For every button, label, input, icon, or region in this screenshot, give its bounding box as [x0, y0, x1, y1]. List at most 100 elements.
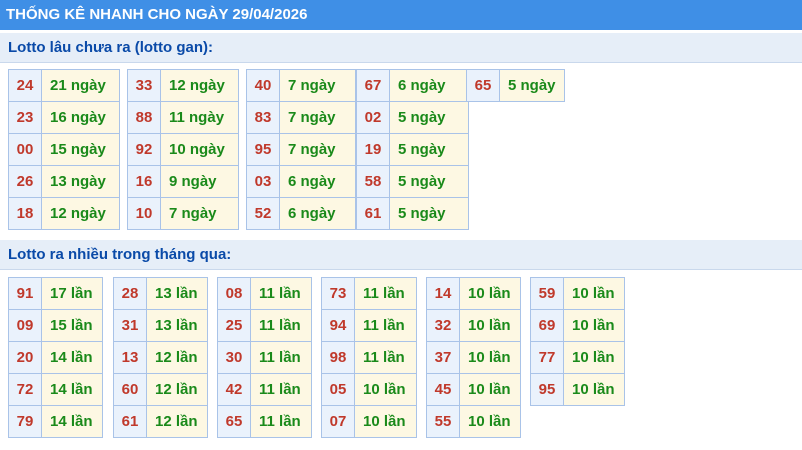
times-drawn: 15 lần: [41, 309, 103, 342]
frequency-table: 08 11 lần 25 11 lần 30 11 lần 42 11 lần 65 11 lần: [217, 277, 312, 438]
days-absent: 5 ngày: [499, 69, 565, 102]
gan-group: 33 12 ngày 88 11 ngày 92 10 ngày 16 9 ngày 10 7 n…: [127, 69, 239, 230]
lotto-number: 65: [217, 405, 251, 438]
table-row: 65 11 lần: [217, 405, 312, 438]
lotto-number: 05: [321, 373, 355, 406]
lotto-number: 52: [246, 197, 280, 230]
lotto-number: 88: [127, 101, 161, 134]
days-absent: 5 ngày: [389, 133, 469, 166]
lotto-number: 24: [8, 69, 42, 102]
table-row: 40 7 ngày: [246, 69, 356, 102]
lotto-number: 98: [321, 341, 355, 374]
lotto-number: 16: [127, 165, 161, 198]
table-row: 42 11 lần: [217, 373, 312, 406]
lotto-number: 95: [530, 373, 564, 406]
stats-panel: THỐNG KÊ NHANH CHO NGÀY 29/04/2026 Lotto…: [0, 0, 802, 450]
days-absent: 7 ngày: [160, 197, 239, 230]
lotto-number: 13: [113, 341, 147, 374]
lotto-number: 77: [530, 341, 564, 374]
table-row: 91 17 lần: [8, 277, 103, 310]
lotto-number: 02: [356, 101, 390, 134]
table-row: 59 10 lần: [530, 277, 625, 310]
table-row: 55 10 lần: [426, 405, 521, 438]
table-row: 14 10 lần: [426, 277, 521, 310]
lotto-number: 08: [217, 277, 251, 310]
lotto-number: 03: [246, 165, 280, 198]
times-drawn: 10 lần: [459, 341, 521, 374]
lotto-number: 69: [530, 309, 564, 342]
table-row: 13 12 lần: [113, 341, 208, 374]
lotto-number: 59: [530, 277, 564, 310]
times-drawn: 10 lần: [563, 373, 625, 406]
table-row: 19 5 ngày: [356, 133, 469, 166]
table-row: 05 10 lần: [321, 373, 417, 406]
times-drawn: 12 lần: [146, 373, 208, 406]
table-row: 23 16 ngày: [8, 101, 120, 134]
times-drawn: 14 lần: [41, 373, 103, 406]
table-row: 33 12 ngày: [127, 69, 239, 102]
times-drawn: 14 lần: [41, 341, 103, 374]
lotto-number: 14: [426, 277, 460, 310]
gan-group: 24 21 ngày 23 16 ngày 00 15 ngày 26 13 ngày 18 12…: [8, 69, 120, 230]
gan-group: 65 5 ngày: [466, 69, 565, 102]
table-row: 45 10 lần: [426, 373, 521, 406]
table-row: 65 5 ngày: [466, 69, 565, 102]
table-row: 03 6 ngày: [246, 165, 356, 198]
lotto-number: 58: [356, 165, 390, 198]
table-row: 92 10 ngày: [127, 133, 239, 166]
lotto-number: 18: [8, 197, 42, 230]
times-drawn: 11 lần: [250, 373, 312, 406]
table-row: 79 14 lần: [8, 405, 103, 438]
times-drawn: 11 lần: [250, 277, 312, 310]
lotto-number: 10: [127, 197, 161, 230]
table-row: 94 11 lần: [321, 309, 417, 342]
lotto-number: 28: [113, 277, 147, 310]
frequency-table: 28 13 lần 31 13 lần 13 12 lần 60 12 lần 61 12 lần: [113, 277, 208, 438]
days-absent: 12 ngày: [41, 197, 120, 230]
table-row: 61 12 lần: [113, 405, 208, 438]
table-row: 09 15 lần: [8, 309, 103, 342]
times-drawn: 11 lần: [354, 277, 417, 310]
table-row: 73 11 lần: [321, 277, 417, 310]
lotto-number: 65: [466, 69, 500, 102]
frequency-group: 14 10 lần 32 10 lần 37 10 lần 45 10 lần 55 10 lần: [426, 277, 521, 438]
lotto-number: 19: [356, 133, 390, 166]
lotto-number: 83: [246, 101, 280, 134]
table-row: 30 11 lần: [217, 341, 312, 374]
days-absent: 6 ngày: [279, 197, 356, 230]
lotto-number: 73: [321, 277, 355, 310]
table-row: 95 10 lần: [530, 373, 625, 406]
table-row: 08 11 lần: [217, 277, 312, 310]
days-absent: 7 ngày: [279, 133, 356, 166]
days-absent: 6 ngày: [389, 69, 469, 102]
lotto-number: 42: [217, 373, 251, 406]
table-row: 00 15 ngày: [8, 133, 120, 166]
gan-group: 67 6 ngày 02 5 ngày 19 5 ngày 58 5 ngày 61 5 ngày: [356, 69, 469, 230]
days-absent: 7 ngày: [279, 101, 356, 134]
lotto-number: 09: [8, 309, 42, 342]
frequency-section-heading: Lotto ra nhiều trong tháng qua:: [0, 240, 802, 270]
days-absent: 11 ngày: [160, 101, 239, 134]
frequency-group: 28 13 lần 31 13 lần 13 12 lần 60 12 lần 61 12 lần: [113, 277, 208, 438]
lotto-number: 00: [8, 133, 42, 166]
times-drawn: 10 lần: [563, 277, 625, 310]
table-row: 60 12 lần: [113, 373, 208, 406]
days-absent: 7 ngày: [279, 69, 356, 102]
table-row: 61 5 ngày: [356, 197, 469, 230]
times-drawn: 17 lần: [41, 277, 103, 310]
days-absent: 12 ngày: [160, 69, 239, 102]
table-row: 67 6 ngày: [356, 69, 469, 102]
lotto-number: 92: [127, 133, 161, 166]
lotto-number: 26: [8, 165, 42, 198]
gan-table: 24 21 ngày 23 16 ngày 00 15 ngày 26 13 ngày 18 12…: [8, 69, 120, 230]
times-drawn: 13 lần: [146, 309, 208, 342]
days-absent: 5 ngày: [389, 101, 469, 134]
days-absent: 13 ngày: [41, 165, 120, 198]
table-row: 52 6 ngày: [246, 197, 356, 230]
lotto-number: 60: [113, 373, 147, 406]
days-absent: 6 ngày: [279, 165, 356, 198]
gan-table: 40 7 ngày 83 7 ngày 95 7 ngày 03 6 ngày 52 6 ngày: [246, 69, 356, 230]
table-row: 16 9 ngày: [127, 165, 239, 198]
days-absent: 5 ngày: [389, 165, 469, 198]
table-row: 31 13 lần: [113, 309, 208, 342]
